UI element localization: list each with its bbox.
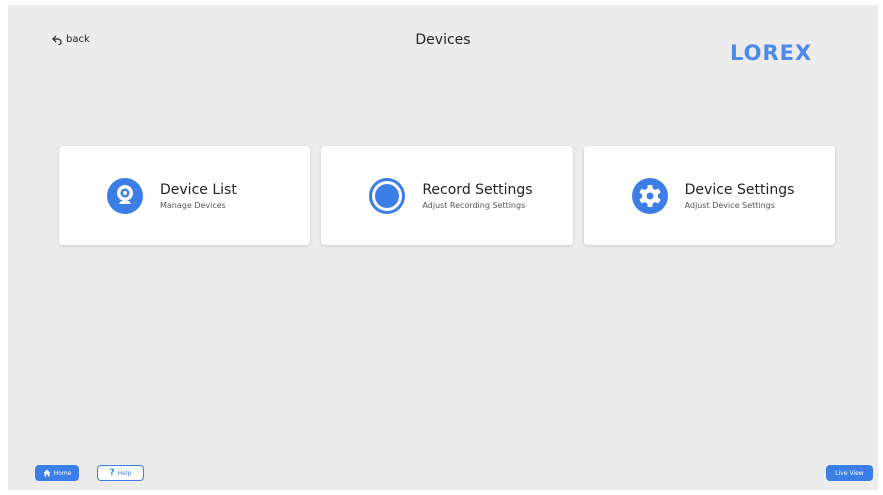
menu-cards: Device List Manage Devices Record Settin… — [59, 146, 835, 245]
card-title: Record Settings — [422, 181, 533, 198]
card-subtitle: Adjust Device Settings — [684, 200, 775, 210]
card-title: Device List — [160, 181, 237, 198]
devices-screen: back Devices LOREX Device List Manage De… — [8, 5, 878, 490]
live-view-label: Live View — [835, 469, 864, 477]
live-view-button[interactable]: Live View — [826, 465, 873, 481]
home-label: Home — [53, 469, 72, 477]
card-subtitle: Adjust Recording Settings — [422, 200, 526, 210]
card-title: Device Settings — [684, 181, 795, 198]
record-icon — [367, 176, 407, 216]
help-button[interactable]: ? Help — [97, 465, 144, 481]
help-label: Help — [117, 469, 132, 477]
home-button[interactable]: Home — [35, 465, 79, 481]
card-subtitle: Manage Devices — [160, 200, 226, 210]
lorex-logo: LOREX — [730, 41, 813, 65]
record-settings-card[interactable]: Record Settings Adjust Recording Setting… — [321, 146, 573, 245]
camera-icon — [105, 176, 145, 216]
device-list-card[interactable]: Device List Manage Devices — [59, 146, 311, 245]
gear-icon — [630, 176, 670, 216]
device-settings-card[interactable]: Device Settings Adjust Device Settings — [583, 146, 835, 245]
home-icon — [43, 469, 51, 477]
question-icon: ? — [109, 468, 115, 478]
